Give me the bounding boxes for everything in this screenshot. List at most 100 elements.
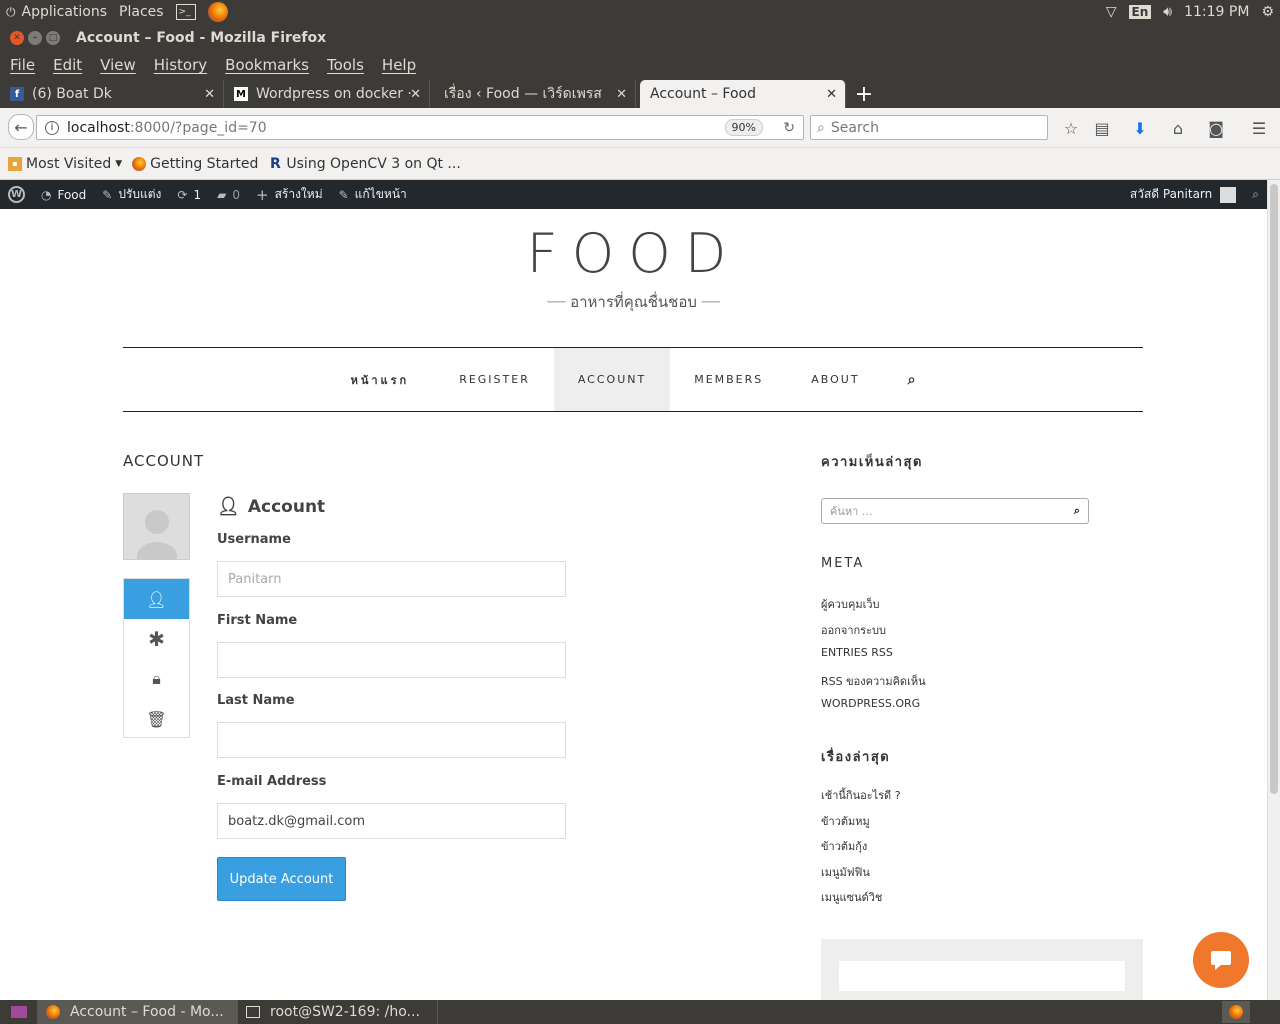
reading-list-button[interactable]: ▤ xyxy=(1091,117,1113,139)
menu-history[interactable]: History xyxy=(148,56,213,74)
recent-comments-title: ความเห็นล่าสุด xyxy=(821,455,923,470)
new-tab-button[interactable]: + xyxy=(846,80,882,108)
wp-site-menu[interactable]: ◔ Food xyxy=(33,180,94,209)
page-scrollbar[interactable] xyxy=(1267,180,1280,1000)
tab-privacy[interactable]: 🔒︎ xyxy=(124,659,189,699)
tab-medium[interactable]: M Wordpress on docker · ✕ xyxy=(224,80,430,108)
home-button[interactable]: ⌂ xyxy=(1167,117,1189,139)
last-name-field[interactable] xyxy=(217,722,566,758)
keyboard-indicator[interactable]: En xyxy=(1123,0,1158,24)
search-icon[interactable]: ⌕ xyxy=(1074,504,1080,518)
bookmark-star-button[interactable]: ☆ xyxy=(1060,117,1082,139)
email-field[interactable]: boatz.dk@gmail.com xyxy=(217,803,566,839)
taskbar: Account – Food - Mo... root@SW2-169: /ho… xyxy=(0,1000,1280,1024)
settings-indicator[interactable]: ⚙ xyxy=(1255,0,1280,24)
meta-link-wordpress-org[interactable]: WORDPRESS.ORG xyxy=(821,697,920,710)
maximize-window-button[interactable]: □ xyxy=(46,31,60,45)
nav-about[interactable]: ABOUT xyxy=(787,348,883,411)
first-name-field[interactable] xyxy=(217,642,566,678)
back-button[interactable]: ← xyxy=(8,114,34,140)
task-terminal[interactable]: root@SW2-169: /ho... xyxy=(238,1000,438,1024)
wp-edit-page[interactable]: ✎ แก้ไขหน้า xyxy=(331,180,415,209)
wifi-indicator[interactable]: ▽ xyxy=(1100,0,1123,24)
nav-register[interactable]: REGISTER xyxy=(435,348,554,411)
task-label: Account – Food - Mo... xyxy=(70,1004,224,1020)
menu-edit[interactable]: Edit xyxy=(47,56,88,74)
bookmark-opencv[interactable]: R Using OpenCV 3 on Qt ... xyxy=(268,156,461,172)
meta-link-comments-rss[interactable]: RSS ของความคิดเห็น xyxy=(821,672,926,690)
username-field[interactable]: Panitarn xyxy=(217,561,566,597)
sidebar-search-input[interactable]: ค้นหา … ⌕ xyxy=(821,498,1089,524)
bookmark-getting-started[interactable]: Getting Started xyxy=(132,156,258,172)
meta-link-logout[interactable]: ออกจากระบบ xyxy=(821,621,886,639)
terminal-icon: >_ xyxy=(175,4,196,20)
recent-post-link[interactable]: เมนูมัฟฟิน xyxy=(821,863,870,881)
tab-account[interactable]: 👤︎ xyxy=(124,579,189,619)
bookmark-most-visited[interactable]: ▪ Most Visited ▼ xyxy=(8,156,122,172)
nav-search-button[interactable]: ⌕ xyxy=(884,348,942,411)
close-icon[interactable]: ✕ xyxy=(616,87,627,102)
close-icon[interactable]: ✕ xyxy=(204,87,215,102)
tab-account-food[interactable]: Account – Food ✕ xyxy=(640,80,846,108)
wp-customize[interactable]: ✎ ปรับแต่ง xyxy=(94,180,169,209)
main-nav: หน้าแรก REGISTER ACCOUNT MEMBERS ABOUT ⌕ xyxy=(123,347,1143,412)
workspace-indicator[interactable] xyxy=(1222,1001,1250,1023)
close-icon[interactable]: ✕ xyxy=(410,87,421,102)
menu-bookmarks[interactable]: Bookmarks xyxy=(219,56,315,74)
downloads-button[interactable]: ⬇ xyxy=(1129,117,1151,139)
tab-strip: f (6) Boat Dk ✕ M Wordpress on docker · … xyxy=(0,78,1280,108)
firefox-icon xyxy=(1229,1005,1243,1019)
recent-post-link[interactable]: ข้าวต้มกุ้ง xyxy=(821,837,867,855)
tab-wp-posts[interactable]: เรื่อง ‹ Food — เวิร์ดเพรส ✕ xyxy=(430,80,636,108)
applications-menu[interactable]: ⏻ Applications xyxy=(0,0,113,24)
terminal-launcher[interactable]: >_ xyxy=(170,0,202,24)
minimize-window-button[interactable]: – xyxy=(28,31,42,45)
update-account-button[interactable]: Update Account xyxy=(217,857,346,901)
url-bar[interactable]: i localhost:8000/?page_id=70 90% ↻ xyxy=(36,115,804,140)
menu-help[interactable]: Help xyxy=(376,56,422,74)
nav-home[interactable]: หน้าแรก xyxy=(325,348,436,411)
wp-search[interactable]: ⌕ xyxy=(1244,180,1267,209)
wp-logo-menu[interactable]: W xyxy=(0,180,33,209)
firefox-launcher[interactable] xyxy=(202,0,234,24)
reload-icon[interactable]: ↻ xyxy=(783,120,795,136)
tab-facebook[interactable]: f (6) Boat Dk ✕ xyxy=(0,80,224,108)
meta-link-admin[interactable]: ผู้ควบคุมเว็บ xyxy=(821,595,880,613)
menu-tools[interactable]: Tools xyxy=(321,56,370,74)
sound-indicator[interactable]: 🔊︎ xyxy=(1157,0,1178,24)
search-placeholder: Search xyxy=(830,119,879,136)
nav-members[interactable]: MEMBERS xyxy=(670,348,787,411)
recent-post-link[interactable]: เมนูแซนด์วิช xyxy=(821,888,882,906)
menu-file[interactable]: File xyxy=(4,56,41,74)
wp-account-menu[interactable]: สวัสดี Panitarn xyxy=(1122,180,1244,209)
task-firefox[interactable]: Account – Food - Mo... xyxy=(38,1000,238,1024)
zoom-indicator[interactable]: 90% xyxy=(724,119,763,136)
medium-icon: M xyxy=(234,87,248,101)
wp-new-content[interactable]: + สร้างใหม่ xyxy=(248,180,331,209)
hamburger-menu-button[interactable]: ☰ xyxy=(1248,117,1270,139)
clock[interactable]: 11:19 PM xyxy=(1178,0,1255,24)
meta-link-entries-rss[interactable]: ENTRIES RSS xyxy=(821,646,893,659)
page-title: ACCOUNT xyxy=(123,452,205,470)
close-icon[interactable]: ✕ xyxy=(826,87,837,102)
recent-post-link[interactable]: ข้าวต้มหมู xyxy=(821,812,870,830)
nav-account[interactable]: ACCOUNT xyxy=(553,348,671,411)
search-icon: ⌕ xyxy=(817,119,825,136)
show-desktop-button[interactable] xyxy=(0,1000,38,1024)
wp-comments[interactable]: ▰ 0 xyxy=(209,180,248,209)
menu-view[interactable]: View xyxy=(94,56,142,74)
tab-delete[interactable]: 🗑︎ xyxy=(124,699,189,739)
site-title[interactable]: FOOD xyxy=(0,222,1267,285)
close-window-button[interactable]: ✕ xyxy=(10,31,24,45)
places-menu[interactable]: Places xyxy=(113,0,170,24)
recent-post-link[interactable]: เช้านี้กินอะไรดี ? xyxy=(821,786,901,804)
form-heading: 👤︎ Account xyxy=(217,496,325,517)
chat-button[interactable] xyxy=(1193,932,1249,988)
wp-updates[interactable]: ⟳ 1 xyxy=(169,180,209,209)
widget-input[interactable] xyxy=(839,961,1125,991)
pocket-button[interactable]: ◙ xyxy=(1205,117,1227,139)
search-bar[interactable]: ⌕ Search xyxy=(810,115,1048,140)
avatar xyxy=(123,493,190,560)
tab-password[interactable]: ✱ xyxy=(124,619,189,659)
scrollbar-thumb[interactable] xyxy=(1270,184,1278,794)
